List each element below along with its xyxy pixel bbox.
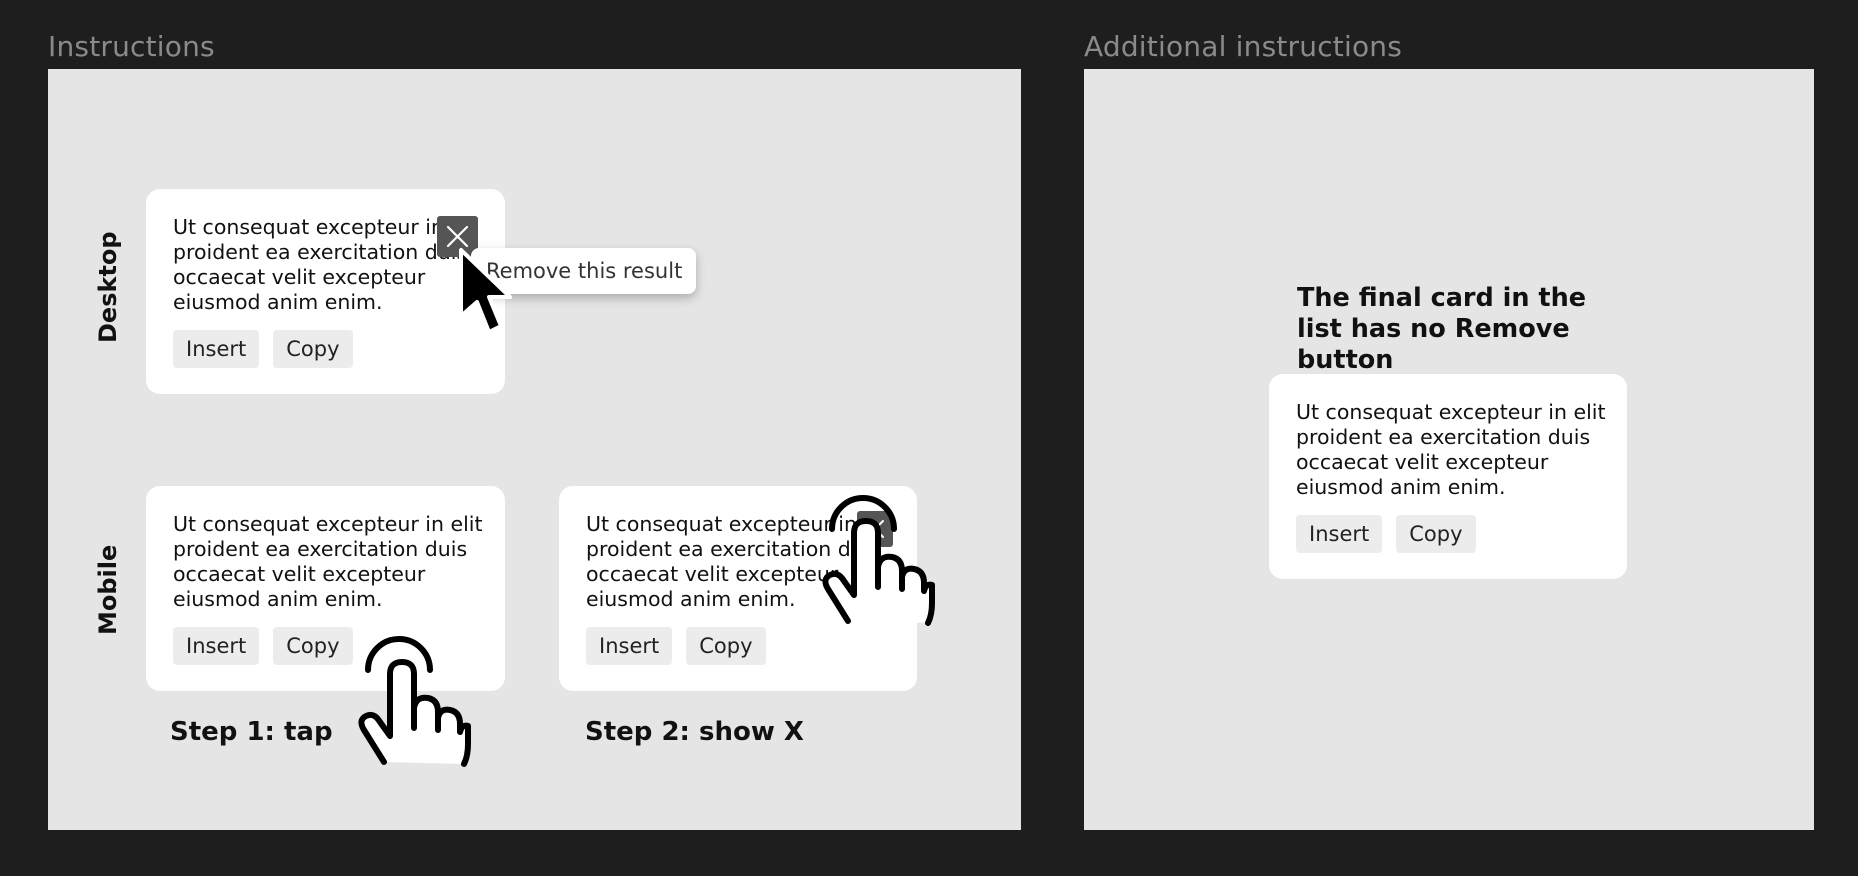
insert-button[interactable]: Insert [1296, 515, 1383, 553]
mobile-label: Mobile [94, 544, 122, 635]
desktop-label: Desktop [94, 231, 122, 343]
copy-button[interactable]: Copy [273, 627, 353, 665]
additional-instructions-frame-title: Additional instructions [1084, 30, 1403, 63]
insert-button[interactable]: Insert [173, 330, 260, 368]
card-text: Ut consequat excepteur in proident ea ex… [173, 215, 468, 314]
insert-button[interactable]: Insert [586, 627, 673, 665]
card-text: Ut consequat excepteur in elit proident … [173, 512, 483, 611]
step-1-label: Step 1: tap [170, 717, 333, 747]
result-card-final: Ut consequat excepteur in elit proident … [1269, 374, 1627, 579]
instructions-frame-title: Instructions [48, 30, 215, 63]
copy-button[interactable]: Copy [1396, 515, 1476, 553]
final-card-heading: The final card in the list has no Remove… [1297, 283, 1587, 375]
tap-hand-icon [822, 495, 935, 626]
insert-button[interactable]: Insert [173, 627, 260, 665]
step-2-label: Step 2: show X [585, 717, 804, 747]
card-text: Ut consequat excepteur in elit proident … [1296, 400, 1606, 499]
copy-button[interactable]: Copy [686, 627, 766, 665]
copy-button[interactable]: Copy [273, 330, 353, 368]
instructions-panel [48, 69, 1021, 830]
mouse-pointer-icon [459, 248, 512, 334]
tap-hand-icon [358, 636, 471, 767]
